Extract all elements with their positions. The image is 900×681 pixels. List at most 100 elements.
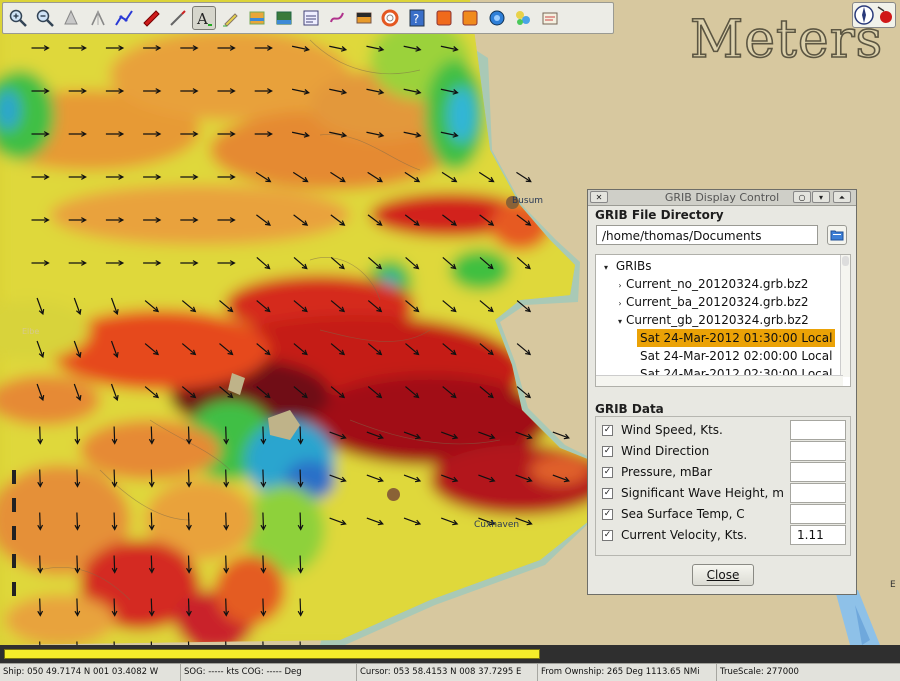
dialog-maximize-icon[interactable]: ⏶ xyxy=(833,191,851,203)
help-tool-button[interactable]: ? xyxy=(405,6,429,30)
main-toolbar: A? xyxy=(2,2,614,34)
compass-icon xyxy=(854,5,892,25)
lifebuoy-icon xyxy=(381,9,399,27)
wind-direction-checkbox[interactable]: ✓ xyxy=(602,446,613,457)
expand-arrow-icon[interactable]: ▾ xyxy=(600,259,612,277)
text-tool-button[interactable]: A xyxy=(192,6,217,30)
tree-vertical-scrollbar[interactable] xyxy=(840,255,850,377)
close-button[interactable]: Close xyxy=(692,564,754,586)
plugin3-tool-button[interactable] xyxy=(485,6,509,30)
open-folder-button[interactable] xyxy=(827,225,847,245)
current-tool-button[interactable] xyxy=(86,6,110,30)
mob-icon xyxy=(143,10,160,27)
tree-item[interactable]: Sat 24-Mar-2012 02:00:00 Local xyxy=(637,347,835,365)
zoom-out-tool-button[interactable] xyxy=(33,6,57,30)
directory-heading: GRIB File Directory xyxy=(595,208,724,222)
zoom-in-icon xyxy=(9,9,27,27)
plugin2-icon xyxy=(462,10,478,26)
chart-layers-icon xyxy=(249,11,265,25)
plugin4-icon xyxy=(516,11,531,25)
data-value xyxy=(790,462,846,482)
data-value xyxy=(790,483,846,503)
zoom-out-icon xyxy=(36,9,54,27)
status-from-ownship: From Ownship: 265 Deg 1113.65 NMi xyxy=(538,664,717,681)
grib-data-panel: ✓ Wind Speed, Kts. ✓ Wind Direction ✓ Pr… xyxy=(595,416,851,556)
grib-data-heading: GRIB Data xyxy=(595,402,664,416)
dialog-close-icon[interactable]: ✕ xyxy=(590,191,608,203)
tree-horizontal-scrollbar[interactable] xyxy=(596,375,843,386)
current-icon xyxy=(91,10,105,26)
directory-path-field[interactable]: /home/thomas/Documents xyxy=(596,225,818,245)
tree-item-selected[interactable]: Sat 24-Mar-2012 01:30:00 Local xyxy=(637,329,836,347)
text-icon: A xyxy=(196,10,213,28)
data-value xyxy=(790,441,846,461)
plugin-tool-button[interactable] xyxy=(432,6,456,30)
data-row: ✓ Pressure, mBar xyxy=(596,462,852,483)
data-value: 1.11 xyxy=(790,525,846,545)
edge-map-label: E xyxy=(890,580,896,590)
chart-tool-button[interactable] xyxy=(272,6,296,30)
data-label: Wind Speed, Kts. xyxy=(621,423,723,437)
tree-item[interactable]: ▾ Current_gb_20120324.grb.bz2 xyxy=(614,311,809,329)
dialog-titlebar[interactable]: ✕ GRIB Display Control ○ ▾ ⏶ xyxy=(588,190,856,206)
track-tool-button[interactable] xyxy=(325,6,349,30)
route-icon xyxy=(115,10,134,26)
tree-item[interactable]: › Current_ba_20120324.grb.bz2 xyxy=(614,293,808,311)
pressure-checkbox[interactable]: ✓ xyxy=(602,467,613,478)
help-icon: ? xyxy=(409,9,425,27)
sea-temp-checkbox[interactable]: ✓ xyxy=(602,509,613,520)
tree-item[interactable]: ▾ GRIBs xyxy=(600,257,652,275)
current-velocity-checkbox[interactable]: ✓ xyxy=(602,530,613,541)
mob-tool-button[interactable] xyxy=(139,6,163,30)
svg-text:A: A xyxy=(196,10,208,28)
svg-text:?: ? xyxy=(413,12,419,26)
zoom-in-tool-button[interactable] xyxy=(6,6,30,30)
svg-text:Elbe: Elbe xyxy=(22,327,39,336)
folder-icon xyxy=(830,230,844,241)
light-icon xyxy=(356,12,372,24)
chart-icon xyxy=(276,11,292,25)
print-tool-button[interactable] xyxy=(538,6,562,30)
plugin3-icon xyxy=(489,10,505,26)
route-tool-button[interactable] xyxy=(112,6,136,30)
data-row: ✓ Current Velocity, Kts. 1.11 xyxy=(596,525,852,546)
plugin4-tool-button[interactable] xyxy=(511,6,535,30)
progress-bar xyxy=(4,649,540,659)
status-bar: Ship: 050 49.7174 N 001 03.4082 W SOG: -… xyxy=(0,663,900,681)
town-marker xyxy=(387,488,400,501)
data-label: Wind Direction xyxy=(621,444,710,458)
status-ship-position: Ship: 050 49.7174 N 001 03.4082 W xyxy=(0,664,181,681)
settings-icon xyxy=(303,10,319,26)
plugin-icon xyxy=(436,10,451,26)
data-label: Significant Wave Height, m xyxy=(621,486,784,500)
pencil-icon xyxy=(222,13,238,27)
wave-height-checkbox[interactable]: ✓ xyxy=(602,488,613,499)
tree-item[interactable]: › Current_no_20120324.grb.bz2 xyxy=(614,275,808,293)
scale-bar xyxy=(12,470,16,610)
data-row: ✓ Sea Surface Temp, C xyxy=(596,504,852,525)
data-label: Pressure, mBar xyxy=(621,465,713,479)
data-label: Current Velocity, Kts. xyxy=(621,528,748,542)
light-tool-button[interactable] xyxy=(352,6,376,30)
plugin2-tool-button[interactable] xyxy=(458,6,482,30)
wind-speed-checkbox[interactable]: ✓ xyxy=(602,425,613,436)
grib-file-tree[interactable]: ▾ GRIBs › Current_no_20120324.grb.bz2 › Cu… xyxy=(595,254,851,387)
tide-tool-button[interactable] xyxy=(59,6,83,30)
dialog-collapse-icon[interactable]: ▾ xyxy=(812,191,830,203)
status-sog-cog: SOG: ----- kts COG: ----- Deg xyxy=(181,664,357,681)
lifebuoy-tool-button[interactable] xyxy=(378,6,402,30)
data-row: ✓ Wind Speed, Kts. xyxy=(596,420,852,441)
town-label: Busum xyxy=(512,196,544,206)
pencil-tool-button[interactable] xyxy=(219,6,243,30)
dialog-shade-icon[interactable]: ○ xyxy=(793,191,811,203)
measure-icon xyxy=(169,10,186,26)
status-truescale: TrueScale: 277000 xyxy=(720,667,799,677)
compass-widget[interactable] xyxy=(852,2,896,28)
chart-layers-tool-button[interactable] xyxy=(245,6,269,30)
expand-arrow-icon[interactable]: ▾ xyxy=(614,313,626,331)
track-icon xyxy=(330,12,345,23)
measure-tool-button[interactable] xyxy=(166,6,190,30)
data-value xyxy=(790,420,846,440)
settings-tool-button[interactable] xyxy=(299,6,323,30)
data-row: ✓ Wind Direction xyxy=(596,441,852,462)
